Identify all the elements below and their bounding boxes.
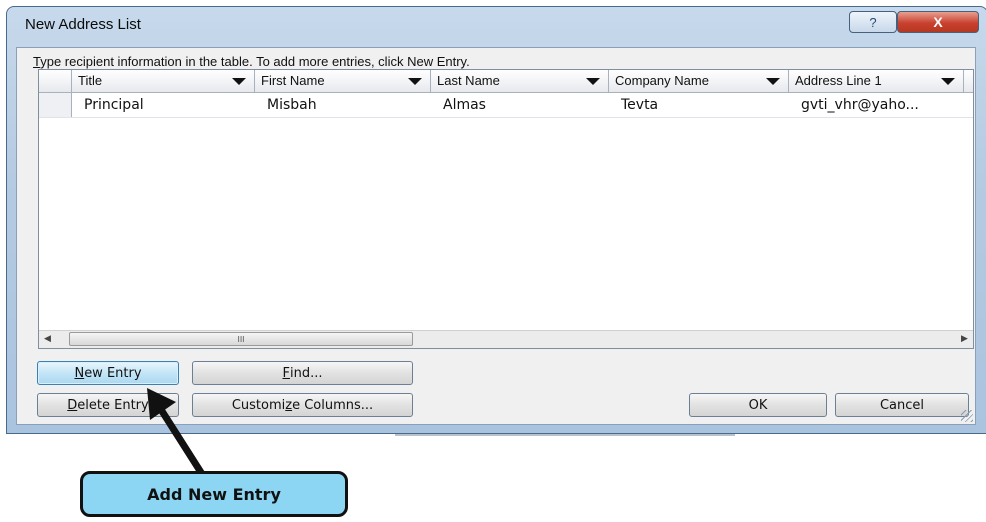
callout-arrow [147, 388, 206, 478]
add-new-entry-callout: Add New Entry [80, 471, 348, 517]
